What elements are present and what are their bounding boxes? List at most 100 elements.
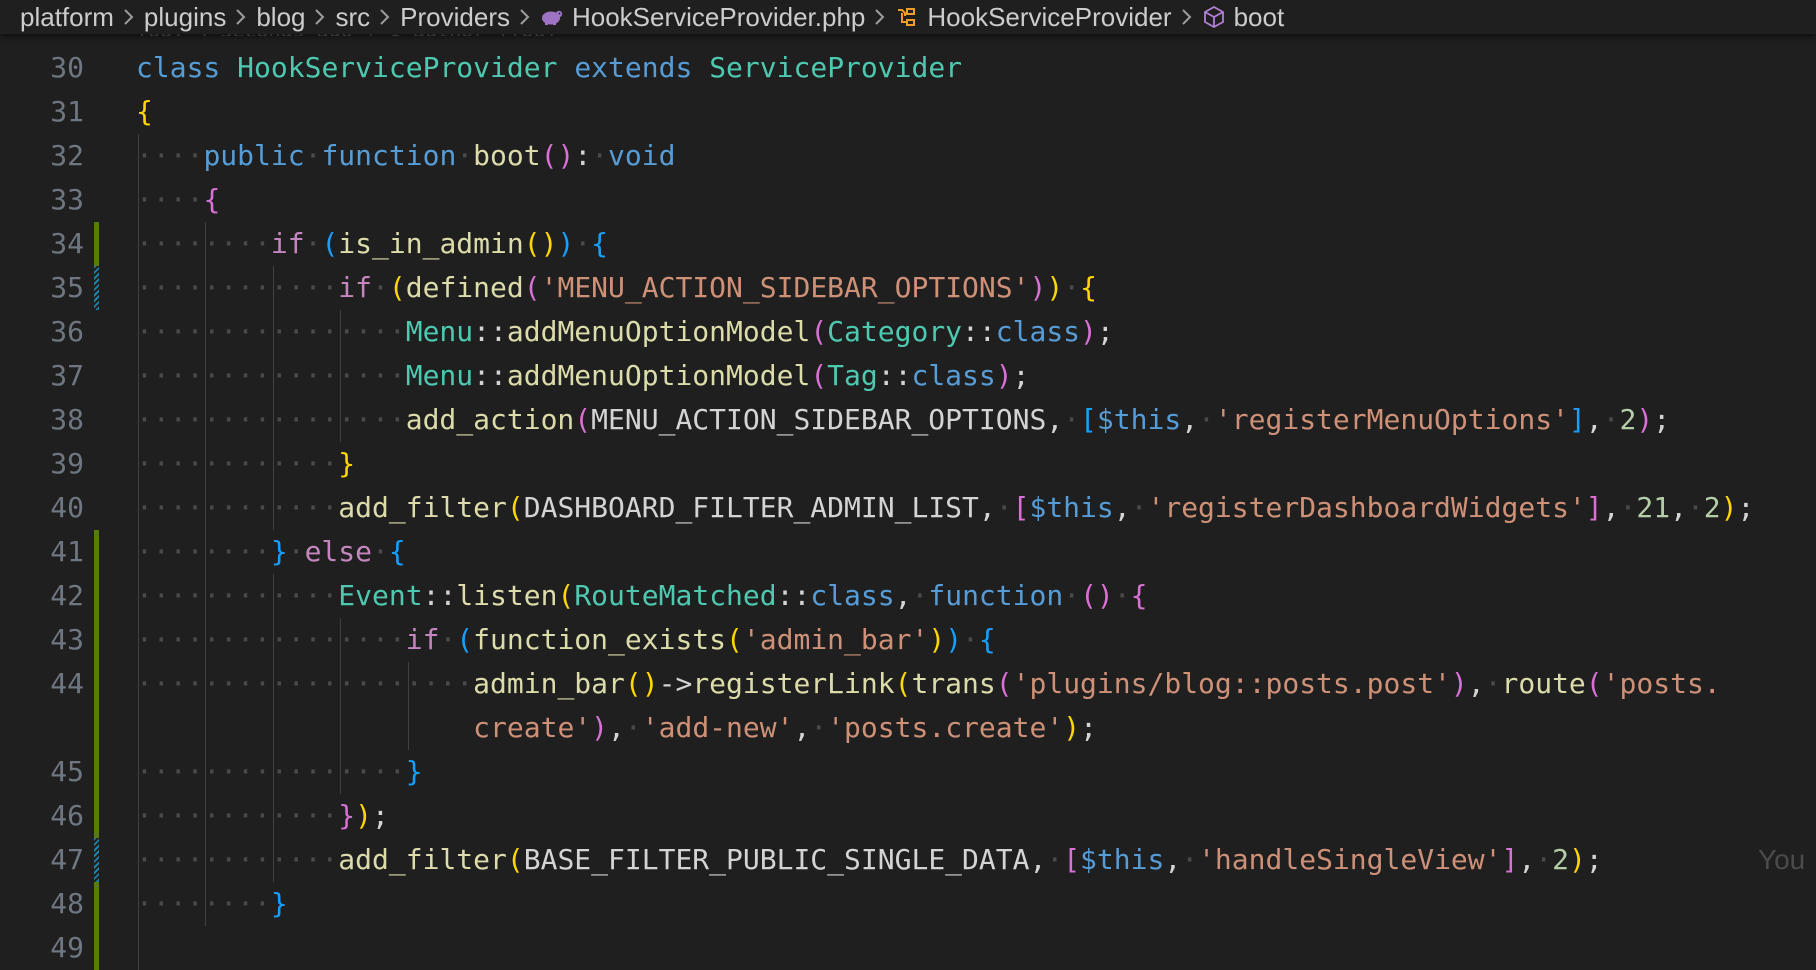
git-added-marker[interactable] — [94, 926, 99, 970]
code-line[interactable]: 47 ············add_filter(BASE_FILTER_PUB… — [0, 838, 1816, 882]
code-token: 'MENU_ACTION_SIDEBAR_OPTIONS' — [540, 271, 1030, 304]
code-line[interactable]: 32 ····public·function·boot():·void — [0, 134, 1816, 178]
breadcrumb-item-blog[interactable]: blog — [256, 2, 305, 33]
code-line[interactable]: 49 — [0, 926, 1816, 970]
line-number[interactable]: 46 — [0, 794, 84, 838]
indent-guide — [340, 618, 342, 662]
php-file-icon — [540, 8, 564, 26]
line-number[interactable]: 30 — [0, 46, 84, 90]
code-token: add_filter — [338, 491, 507, 524]
code-line[interactable]: 42 ············Event::listen(RouteMatched… — [0, 574, 1816, 618]
code-line[interactable]: 46 ············}); — [0, 794, 1816, 838]
line-number[interactable]: 45 — [0, 750, 84, 794]
indent-guide — [272, 750, 274, 794]
line-number[interactable]: 37 — [0, 354, 84, 398]
code-token: function — [928, 579, 1064, 612]
code-line[interactable]: 38 ················add_action(MENU_ACTION… — [0, 398, 1816, 442]
whitespace-marker: ············ — [136, 579, 339, 612]
whitespace-marker: · — [624, 711, 642, 744]
git-added-marker[interactable] — [94, 794, 99, 838]
code-line[interactable]: 30 class HookServiceProvider extends Serv… — [0, 46, 1816, 90]
line-number[interactable]: 33 — [0, 178, 84, 222]
breadcrumb-item-hookserviceprovider[interactable]: HookServiceProvider — [895, 2, 1172, 33]
line-number[interactable]: 48 — [0, 882, 84, 926]
git-modified-marker[interactable] — [94, 266, 99, 310]
code-token: $this — [1096, 403, 1182, 436]
breadcrumb-item-plugins[interactable]: plugins — [144, 2, 226, 33]
whitespace-marker: ················ — [136, 623, 406, 656]
indent-guide — [138, 618, 139, 662]
breadcrumb-item-providers[interactable]: Providers — [400, 2, 510, 33]
breadcrumb: platform plugins blog src Providers HookServi… — [0, 0, 1816, 34]
line-number[interactable]: 49 — [0, 926, 84, 970]
git-added-marker[interactable] — [94, 882, 99, 926]
code-line[interactable]: create'),·'add-new',·'posts.create'); — [0, 706, 1816, 750]
code-token: is_in_admin — [338, 227, 524, 260]
git-added-marker[interactable] — [94, 662, 99, 706]
line-number[interactable]: 41 — [0, 530, 84, 574]
breadcrumb-item-boot[interactable]: boot — [1202, 2, 1284, 33]
code-line[interactable]: 34 ········if·(is_in_admin())·{ — [0, 222, 1816, 266]
indent-guide — [138, 266, 139, 310]
code-line[interactable]: 35 ············if·(defined('MENU_ACTION_S… — [0, 266, 1816, 310]
code-line[interactable]: 39 ············} — [0, 442, 1816, 486]
line-number[interactable]: 31 — [0, 90, 84, 134]
code-token: ; — [1585, 843, 1603, 876]
code-token: ( — [894, 667, 912, 700]
code-token: ( — [523, 271, 541, 304]
code-token: ) — [355, 799, 373, 832]
git-added-marker[interactable] — [94, 750, 99, 794]
line-number[interactable]: 34 — [0, 222, 84, 266]
whitespace-marker: · — [1130, 491, 1148, 524]
line-number[interactable]: 43 — [0, 618, 84, 662]
line-number[interactable]: 47 — [0, 838, 84, 882]
whitespace-marker: · — [962, 623, 979, 656]
line-number[interactable]: 32 — [0, 134, 84, 178]
code-line[interactable]: 45 ················} — [0, 750, 1816, 794]
code-token: class — [810, 579, 895, 612]
code-line[interactable]: 37 ················Menu::addMenuOptionMod… — [0, 354, 1816, 398]
git-added-marker[interactable] — [94, 706, 99, 750]
code-token: add_action — [405, 403, 575, 436]
breadcrumb-item-src[interactable]: src — [335, 2, 370, 33]
whitespace-marker: · — [372, 535, 389, 568]
git-added-marker[interactable] — [94, 574, 99, 618]
indent-guide — [138, 178, 139, 222]
code-line[interactable]: 44 ····················admin_bar()->regis… — [0, 662, 1816, 706]
breadcrumb-item-hookserviceprovider-php[interactable]: HookServiceProvider.php — [540, 2, 865, 33]
chevron-right-icon — [314, 8, 326, 26]
breadcrumb-item-platform[interactable]: platform — [20, 2, 114, 33]
code-editor[interactable]: 30 class HookServiceProvider extends Serv… — [0, 46, 1816, 970]
line-number[interactable]: 42 — [0, 574, 84, 618]
git-added-marker[interactable] — [94, 530, 99, 574]
code-text: ················Menu::addMenuOptionModel… — [136, 354, 1029, 398]
code-line[interactable]: 43 ················if·(function_exists('a… — [0, 618, 1816, 662]
line-number[interactable]: 35 — [0, 266, 84, 310]
indent-guide — [407, 706, 409, 750]
code-line[interactable]: 33 ····{ — [0, 178, 1816, 222]
code-line[interactable]: 40 ············add_filter(DASHBOARD_FILTE… — [0, 486, 1816, 530]
git-modified-marker[interactable] — [94, 838, 99, 882]
line-number[interactable]: 36 — [0, 310, 84, 354]
indent-guide — [138, 442, 139, 486]
line-number[interactable]: 40 — [0, 486, 84, 530]
code-line[interactable]: 48 ········} — [0, 882, 1816, 926]
whitespace-marker: · — [1063, 271, 1081, 304]
code-line[interactable]: 31 { — [0, 90, 1816, 134]
code-token: ) — [928, 623, 946, 656]
line-number[interactable]: 44 — [0, 662, 84, 706]
code-token: create' — [473, 711, 592, 744]
code-token: , — [1467, 667, 1485, 700]
code-line[interactable]: 36 ················Menu::addMenuOptionMod… — [0, 310, 1816, 354]
code-token: ( — [810, 359, 828, 392]
code-text: create'),·'add-new',·'posts.create'); — [136, 706, 1097, 750]
code-text: ············if·(defined('MENU_ACTION_SID… — [136, 266, 1097, 310]
code-line[interactable]: 41 ········}·else·{ — [0, 530, 1816, 574]
code-text: ········} — [136, 882, 288, 926]
line-number[interactable]: 38 — [0, 398, 84, 442]
git-added-marker[interactable] — [94, 618, 99, 662]
code-token: ) — [591, 711, 609, 744]
whitespace-marker — [136, 711, 473, 744]
git-added-marker[interactable] — [94, 222, 99, 266]
line-number[interactable]: 39 — [0, 442, 84, 486]
